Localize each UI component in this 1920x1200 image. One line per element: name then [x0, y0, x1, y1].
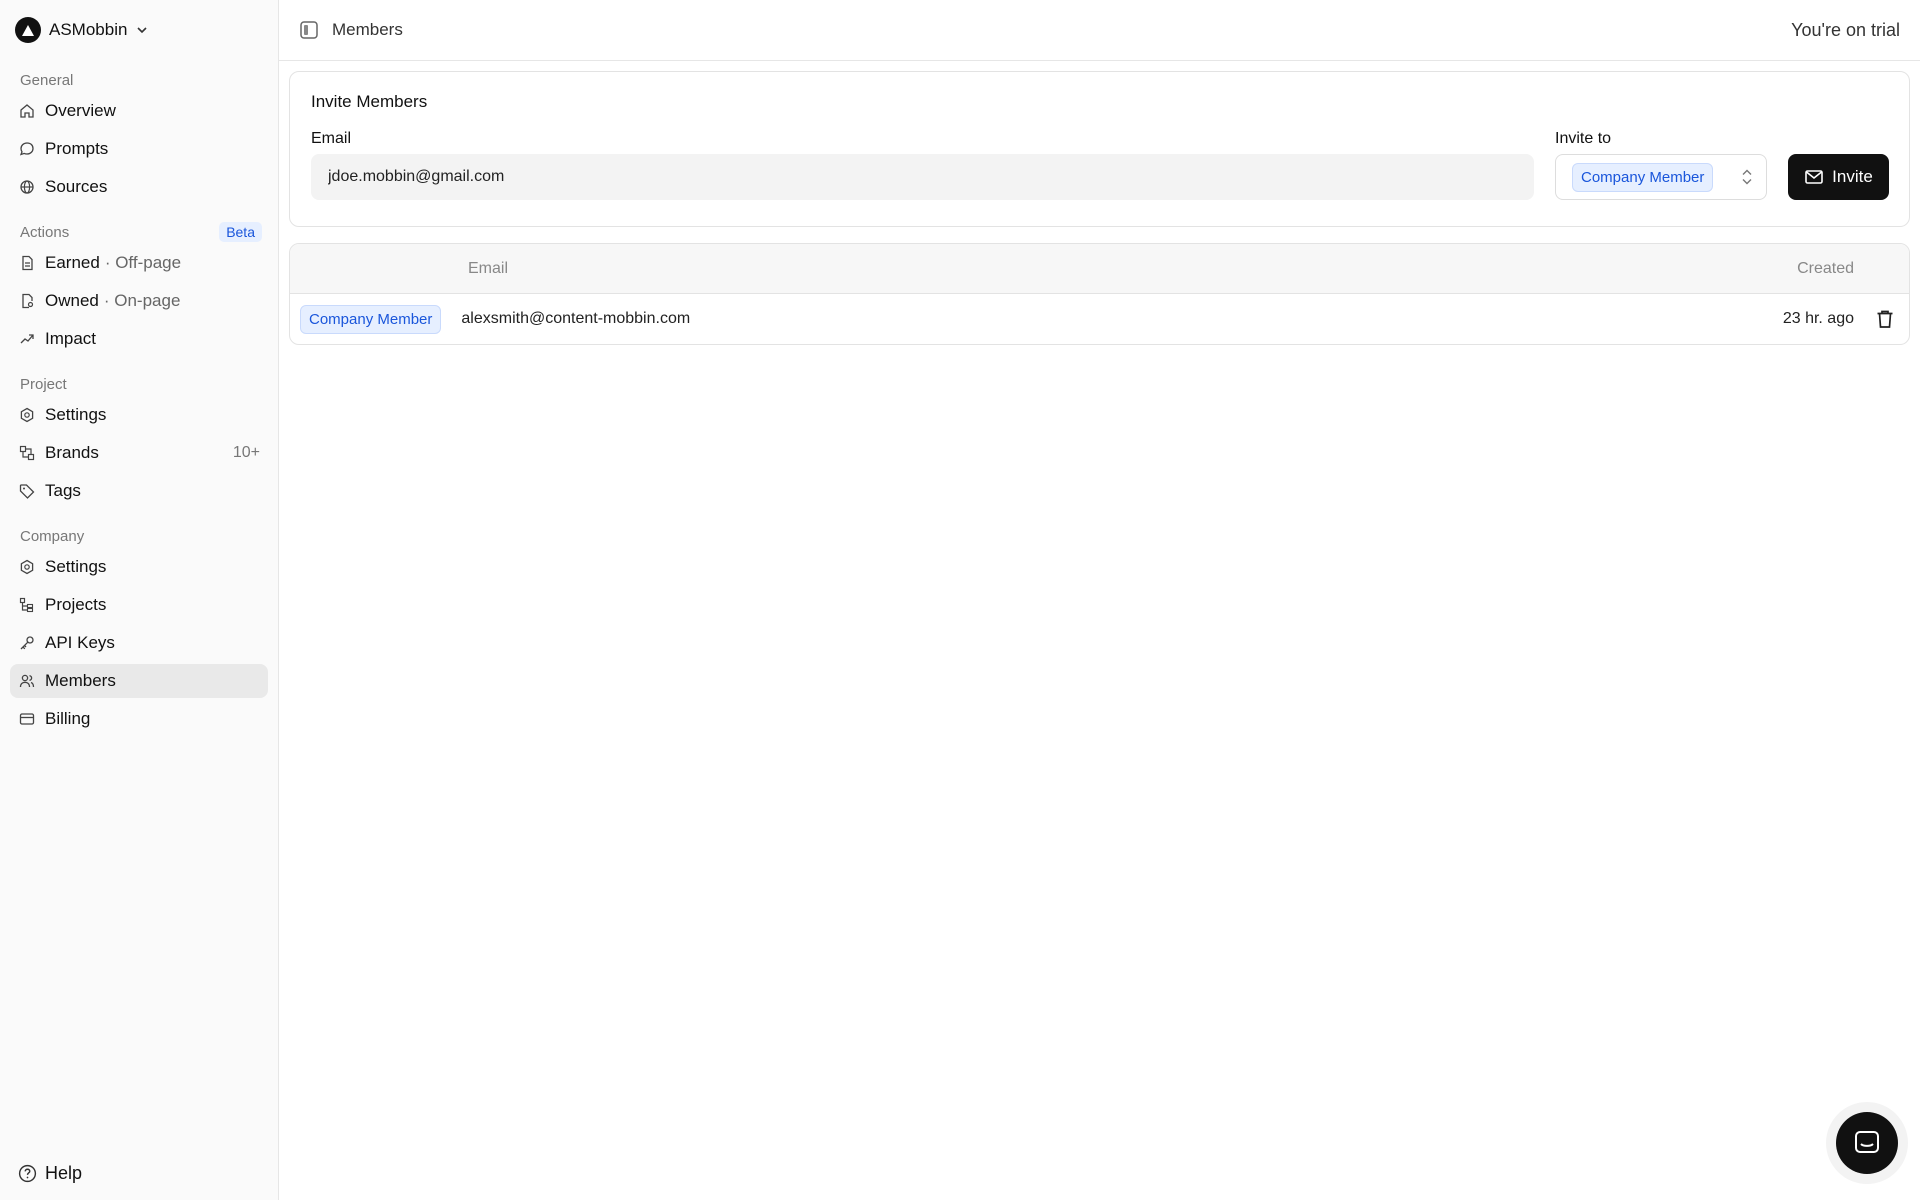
breadcrumb: Members: [332, 20, 403, 39]
table-row: Company Member alexsmith@content-mobbin.…: [290, 294, 1909, 344]
globe-icon: [18, 178, 36, 196]
sidebar-item-tags[interactable]: Tags: [10, 474, 268, 508]
invite-members-card: Invite Members Email Invite to Company M…: [289, 71, 1910, 227]
sidebar-item-prompts[interactable]: Prompts: [10, 132, 268, 166]
invite-role-badge: Company Member: [1572, 162, 1714, 192]
sidebar-item-company-settings[interactable]: Settings: [10, 550, 268, 584]
invite-button-label: Invite: [1832, 167, 1873, 186]
member-role-badge: Company Member: [300, 304, 442, 334]
sidebar-toggle-icon[interactable]: [299, 20, 319, 40]
project-section: Project Settings Brands 10+ Tags: [0, 370, 278, 508]
key-icon: [18, 634, 36, 652]
projects-icon: [18, 596, 36, 614]
home-icon: [18, 102, 36, 120]
invite-members-title: Invite Members: [311, 92, 428, 111]
sidebar-item-overview[interactable]: Overview: [10, 94, 268, 128]
workspace-switcher[interactable]: ASMobbin: [0, 0, 278, 60]
tag-icon: [18, 482, 36, 500]
sidebar-item-label: API Keys: [45, 633, 115, 652]
gear-icon: [18, 558, 36, 576]
sidebar-item-label: Settings: [45, 557, 107, 576]
invite-to-select[interactable]: Company Member: [1555, 154, 1767, 200]
member-email: alexsmith@content-mobbin.com: [461, 310, 691, 327]
section-label-general: General: [20, 71, 74, 89]
sidebar-item-sublabel: · Off-page: [104, 253, 182, 272]
document-search-icon: [18, 292, 36, 310]
credit-card-icon: [18, 710, 36, 728]
chevron-up-down-icon: [1742, 169, 1752, 185]
invite-form: Email Invite to Company Member Invite: [311, 130, 1889, 200]
brands-count: 10+: [232, 444, 260, 461]
document-icon: [18, 254, 36, 272]
column-header-created[interactable]: Created: [1797, 260, 1854, 278]
sidebar-item-label: Overview: [45, 101, 116, 120]
sidebar-item-api-keys[interactable]: API Keys: [10, 626, 268, 660]
workspace-logo-icon: [15, 17, 41, 43]
invite-button[interactable]: Invite: [1788, 154, 1889, 200]
email-field[interactable]: [311, 154, 1534, 200]
sidebar-item-impact[interactable]: Impact: [10, 322, 268, 356]
sidebar-item-label: Projects: [45, 595, 107, 614]
chevron-down-icon: [137, 27, 148, 34]
section-label-project: Project: [20, 375, 67, 393]
trend-up-icon: [18, 330, 36, 348]
sidebar-item-label: Billing: [45, 709, 91, 728]
trash-icon[interactable]: [1874, 308, 1896, 330]
company-section: Company Settings Projects API Keys Membe…: [0, 522, 278, 736]
sidebar-item-brands[interactable]: Brands 10+: [10, 436, 268, 470]
email-field-group: Email: [311, 130, 1534, 200]
invite-to-label: Invite to: [1555, 130, 1612, 147]
member-created: 23 hr. ago: [1782, 310, 1854, 327]
sidebar-item-label: Tags: [45, 481, 81, 500]
support-chat-button[interactable]: [1836, 1112, 1898, 1174]
sidebar-item-label: Prompts: [45, 139, 109, 158]
table-header: Email Created: [290, 244, 1909, 294]
section-label-actions: Actions Beta: [0, 218, 278, 246]
column-header-email[interactable]: Email: [468, 260, 508, 278]
sidebar-item-members[interactable]: Members: [10, 664, 268, 698]
general-section: General Overview Prompts Sources: [0, 66, 278, 204]
sidebar-item-label: Earned: [45, 253, 100, 272]
help-label: Help: [45, 1163, 83, 1183]
actions-section: Actions Beta Earned · Off-page Owned · O…: [0, 218, 278, 356]
brands-icon: [18, 444, 36, 462]
section-label-text: Actions: [20, 223, 70, 241]
gear-icon: [18, 406, 36, 424]
sidebar-item-owned[interactable]: Owned · On-page: [10, 284, 268, 318]
invite-to-field-group: Invite to Company Member: [1555, 130, 1767, 200]
help-link[interactable]: Help: [18, 1163, 82, 1184]
main-content: Members You're on trial Invite Members E…: [279, 0, 1920, 1200]
beta-badge: Beta: [219, 222, 262, 242]
workspace-name: ASMobbin: [49, 20, 128, 39]
sidebar: ASMobbin General Overview Prompts Source…: [0, 0, 279, 1200]
sidebar-item-project-settings[interactable]: Settings: [10, 398, 268, 432]
section-label-company: Company: [20, 527, 85, 545]
users-icon: [18, 672, 36, 690]
topbar: Members You're on trial: [279, 0, 1920, 61]
email-field-label: Email: [311, 130, 352, 147]
sidebar-item-earned[interactable]: Earned · Off-page: [10, 246, 268, 280]
chat-bubble-icon: [18, 140, 36, 158]
sidebar-item-projects[interactable]: Projects: [10, 588, 268, 622]
help-circle-icon: [18, 1164, 37, 1183]
app: ASMobbin General Overview Prompts Source…: [0, 0, 1920, 1200]
trial-status[interactable]: You're on trial: [1791, 20, 1900, 41]
sidebar-item-label: Members: [45, 671, 116, 690]
members-table: Email Created Company Member alexsmith@c…: [289, 243, 1910, 345]
sidebar-item-sources[interactable]: Sources: [10, 170, 268, 204]
sidebar-item-sublabel: · On-page: [103, 291, 181, 310]
mail-icon: [1805, 170, 1823, 184]
sidebar-item-label: Owned: [45, 291, 99, 310]
sidebar-item-label: Brands: [45, 443, 99, 462]
sidebar-item-label: Settings: [45, 405, 107, 424]
sidebar-item-label: Sources: [45, 177, 108, 196]
chat-icon: [1855, 1131, 1879, 1153]
sidebar-item-billing[interactable]: Billing: [10, 702, 268, 736]
sidebar-item-label: Impact: [45, 329, 97, 348]
